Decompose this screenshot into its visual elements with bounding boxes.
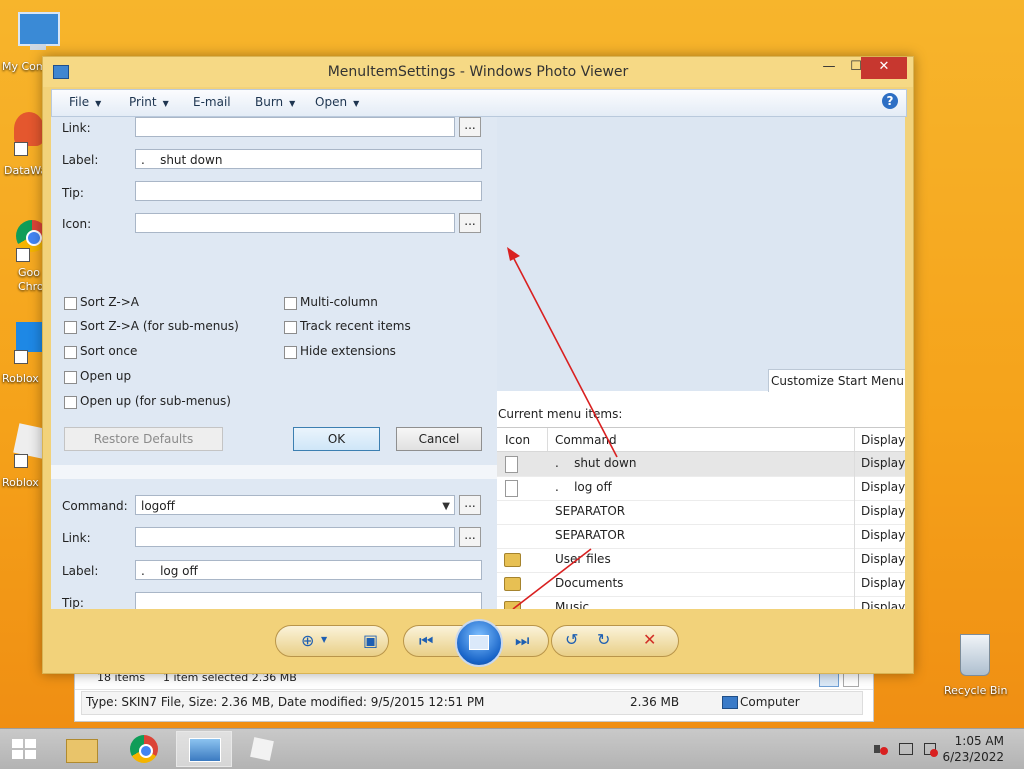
menu-email-label: E-mail — [193, 95, 231, 109]
annotation-arrows — [507, 247, 618, 609]
zoom-dropdown-icon[interactable]: ▼ — [321, 635, 327, 644]
network-monitor-shape — [899, 743, 913, 755]
clock-time: 1:05 AM — [954, 734, 1004, 748]
alert-mark — [930, 749, 938, 757]
taskbar-file-explorer[interactable] — [56, 731, 112, 767]
logo-pane — [12, 739, 23, 748]
next-icon[interactable]: ⏭ — [515, 631, 529, 651]
shortcut-arrow-icon — [16, 248, 30, 262]
recycle-bin-icon — [960, 634, 990, 676]
details-pane: Type: SKIN7 File, Size: 2.36 MB, Date mo… — [81, 691, 863, 715]
file-size: 2.36 MB — [630, 695, 680, 709]
photo-viewer-window: MenuItemSettings - Windows Photo Viewer … — [42, 56, 914, 674]
menu-open[interactable]: Open ▼ — [315, 95, 359, 109]
chrome-center-icon — [139, 744, 153, 758]
windows-logo-icon — [12, 739, 36, 759]
desktop-icon-label: DataWa — [4, 164, 48, 177]
desktop-icon-label: My Com — [2, 60, 47, 73]
location: Computer — [740, 695, 800, 709]
folder-icon — [66, 739, 98, 763]
menu-burn-label: Burn — [255, 95, 284, 109]
chrome-center-icon — [26, 230, 42, 246]
menu-file[interactable]: File ▼ — [69, 95, 101, 109]
computer-stand-icon — [30, 44, 46, 50]
start-button[interactable] — [4, 731, 60, 767]
rotate-clockwise-icon[interactable]: ↻ — [597, 630, 610, 649]
zoom-icon[interactable]: ⊕ — [301, 631, 314, 650]
explorer-status-area: 18 items 1 item selected 2.36 MB Type: S… — [74, 668, 874, 722]
annotation-arrow-up — [510, 252, 618, 458]
menu-email[interactable]: E-mail — [193, 95, 231, 109]
taskbar-roblox[interactable] — [236, 731, 292, 767]
logo-pane — [12, 750, 23, 759]
arrowhead-icon — [507, 247, 520, 261]
desktop-icon-label: Recycle Bin — [944, 684, 1008, 697]
shortcut-arrow-icon — [14, 350, 28, 364]
action-center-icon[interactable] — [922, 741, 938, 757]
mute-mark — [880, 747, 888, 755]
menu-print-label: Print — [129, 95, 157, 109]
delete-icon[interactable]: ✕ — [643, 630, 656, 649]
shortcut-arrow-icon — [14, 142, 28, 156]
slideshow-screen-icon — [469, 635, 489, 650]
menu-open-label: Open — [315, 95, 348, 109]
window-title: MenuItemSettings - Windows Photo Viewer — [327, 64, 629, 80]
minimize-button[interactable]: — — [815, 57, 843, 79]
actual-size-icon[interactable]: ▣ — [363, 631, 378, 650]
dropdown-arrow-icon: ▼ — [353, 99, 360, 108]
desktop-icon-label: Roblox — [2, 372, 39, 385]
clock-date: 6/23/2022 — [942, 750, 1004, 764]
clock[interactable]: 1:05 AM 6/23/2022 — [942, 733, 1004, 765]
desktop-icon-label: Roblox — [2, 476, 39, 489]
taskbar: 1:05 AM 6/23/2022 — [0, 728, 1024, 769]
taskbar-photo-viewer[interactable] — [176, 731, 232, 767]
menu-file-label: File — [69, 95, 90, 109]
photo-viewer-icon — [189, 738, 221, 762]
datawatch-icon — [14, 112, 44, 146]
dropdown-arrow-icon: ▼ — [95, 99, 102, 108]
computer-icon — [18, 12, 60, 46]
close-button[interactable]: ✕ — [861, 57, 907, 79]
viewer-controls: ⊕ ▼ ▣ ⏮ ⏭ ↺ ↻ ✕ — [275, 619, 681, 667]
shortcut-arrow-icon — [14, 454, 28, 468]
desktop-icon-label: Goo Chro — [18, 266, 44, 293]
computer-small-icon — [722, 696, 738, 709]
previous-icon[interactable]: ⏮ — [419, 631, 433, 651]
taskbar-chrome[interactable] — [118, 731, 174, 767]
annotation-arrow-down — [512, 548, 592, 609]
image-canvas: Link: ... Label: . shut down Tip: Icon: … — [51, 117, 905, 609]
volume-muted-icon[interactable] — [872, 741, 888, 757]
desktop-icon-recycle-bin[interactable]: Recycle Bin — [940, 630, 1012, 700]
dropdown-arrow-icon: ▼ — [289, 99, 296, 108]
slideshow-button[interactable] — [455, 619, 503, 667]
rotate-counterclockwise-icon[interactable]: ↺ — [565, 630, 578, 649]
menu-bar: File ▼ Print ▼ E-mail Burn ▼ Open ▼ ? — [51, 89, 907, 117]
logo-pane — [25, 750, 36, 759]
title-bar[interactable]: MenuItemSettings - Windows Photo Viewer … — [43, 57, 913, 87]
file-type-info: Type: SKIN7 File, Size: 2.36 MB, Date mo… — [86, 695, 485, 709]
menu-print[interactable]: Print ▼ — [129, 95, 169, 109]
network-icon[interactable] — [898, 741, 914, 757]
logo-pane — [25, 739, 36, 748]
roblox-icon — [250, 737, 274, 761]
help-icon[interactable]: ? — [882, 93, 898, 109]
menu-burn[interactable]: Burn ▼ — [255, 95, 295, 109]
dropdown-arrow-icon: ▼ — [162, 99, 169, 108]
